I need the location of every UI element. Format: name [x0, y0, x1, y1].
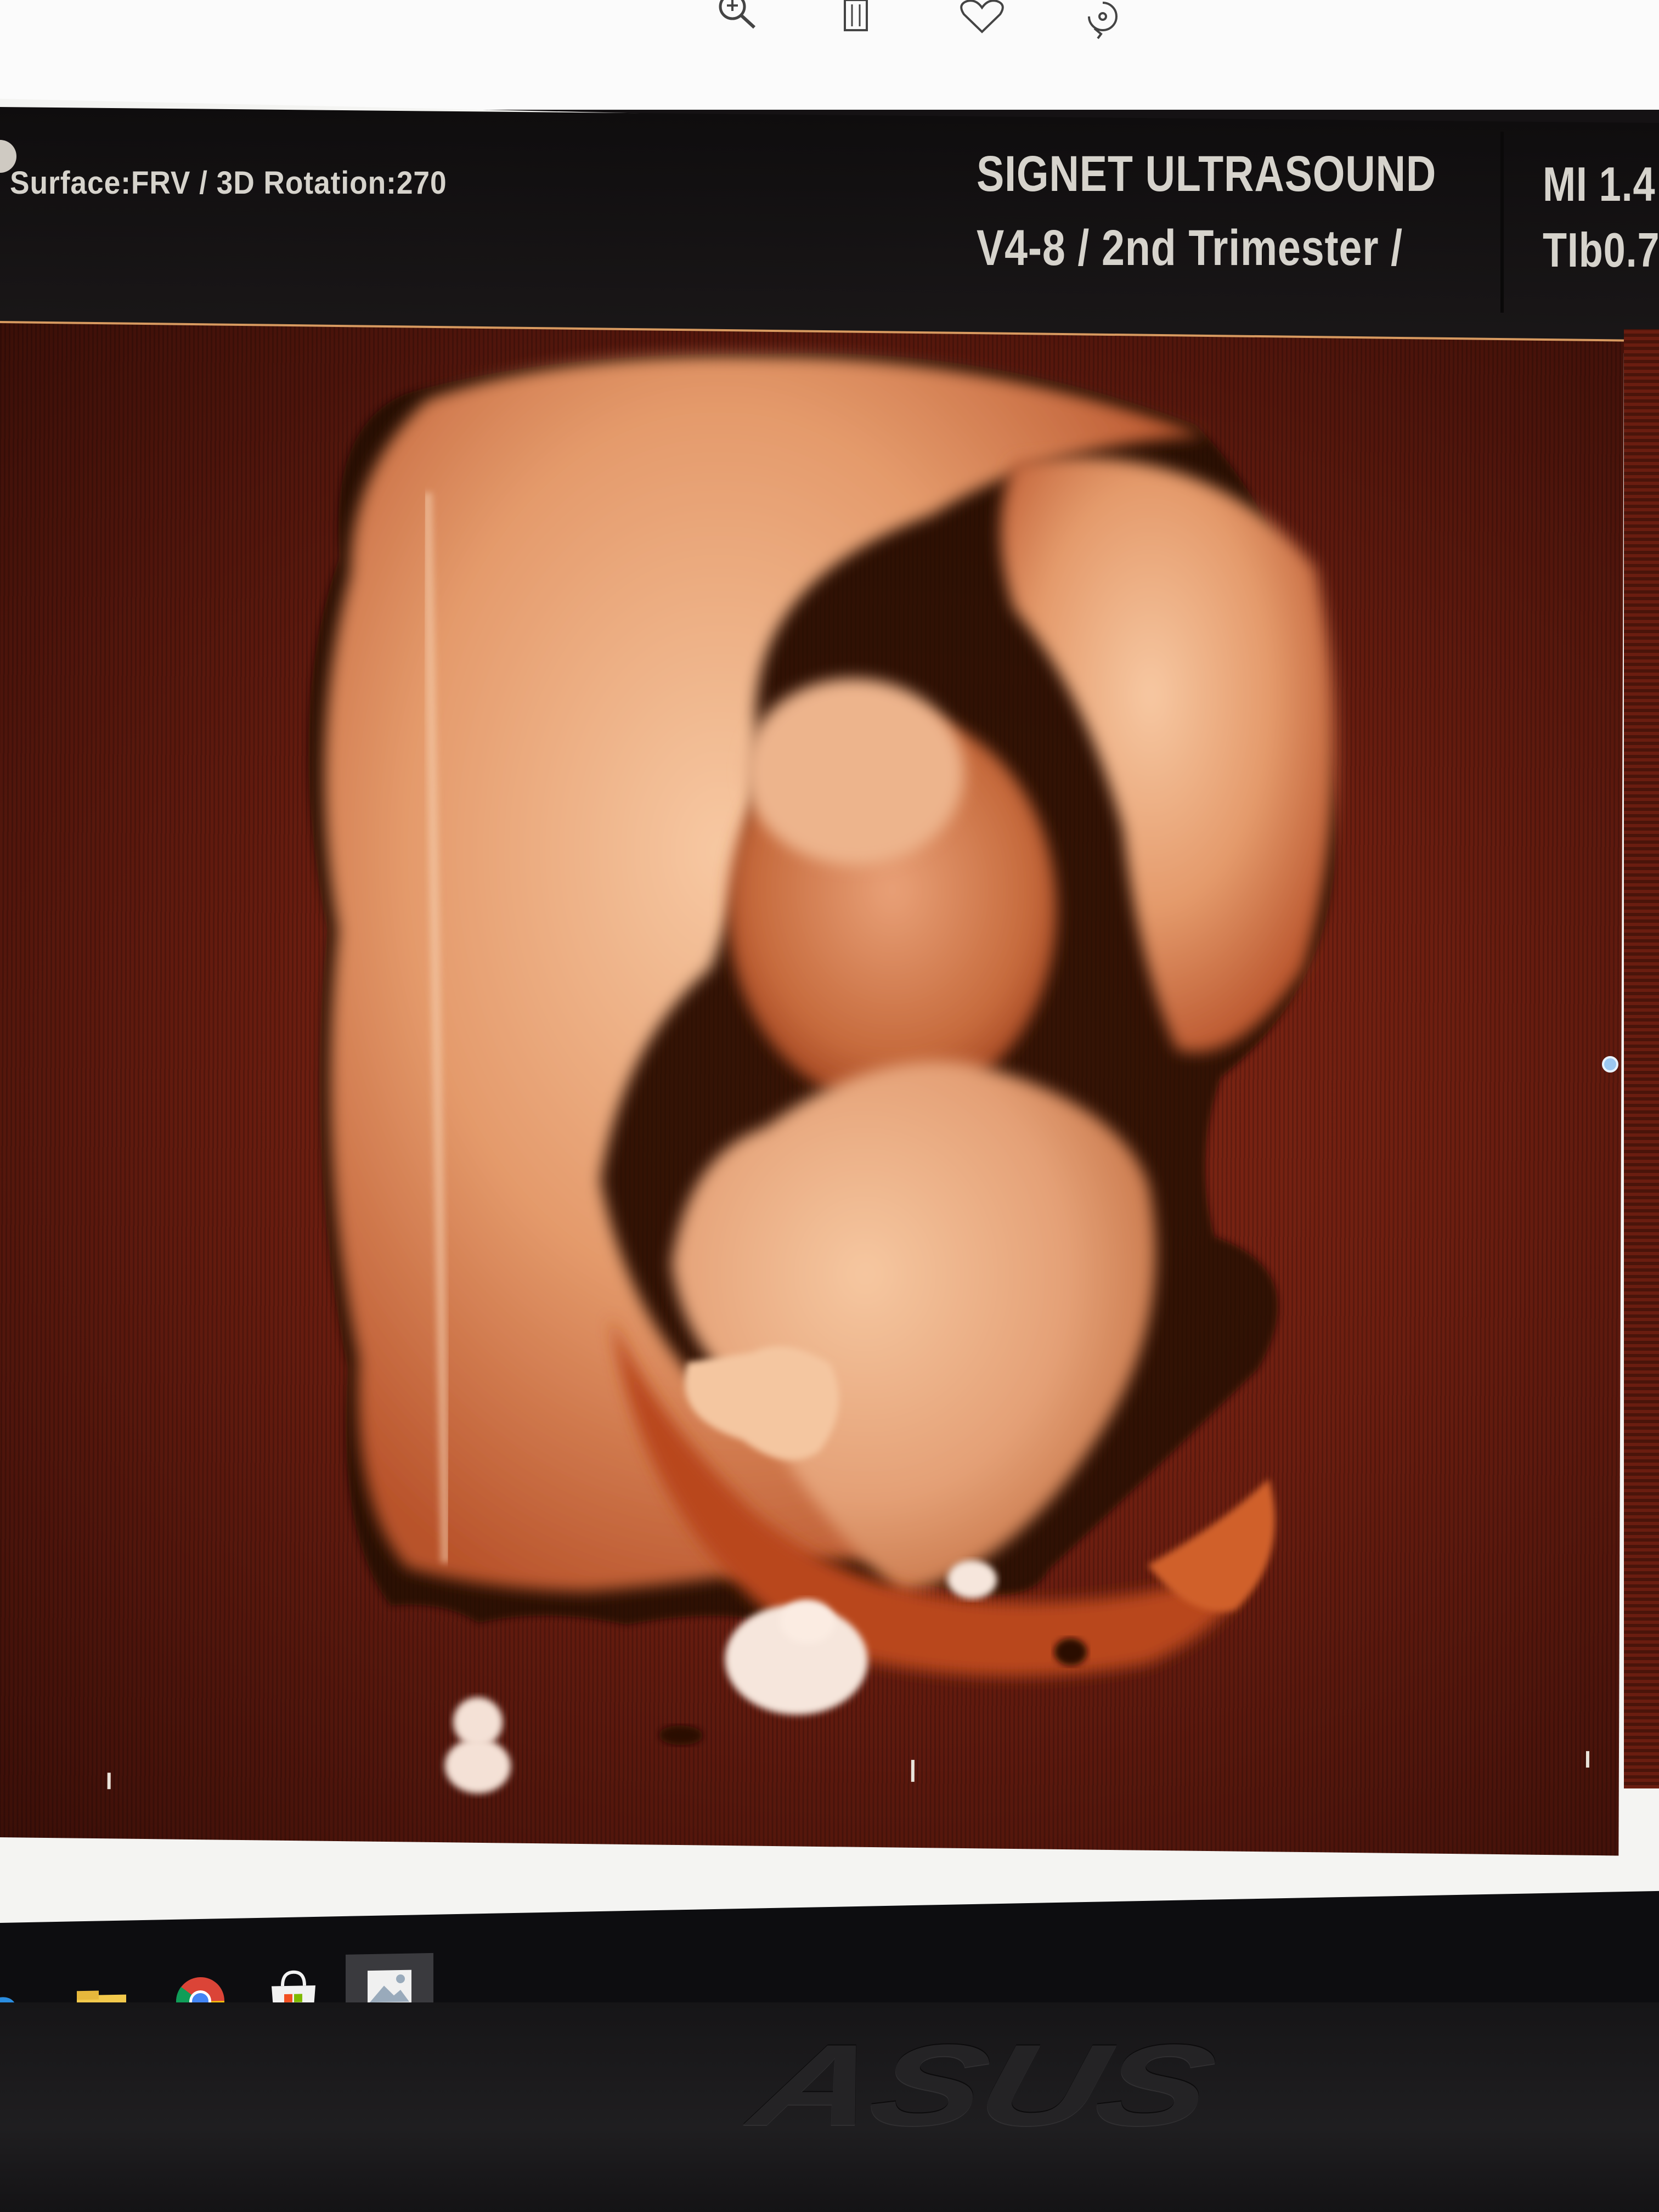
mechanical-index: MI 1.4	[1543, 157, 1656, 211]
scale-tick-right	[1585, 1751, 1589, 1768]
viewer-toolbar	[0, 0, 1659, 110]
header-divider	[1500, 132, 1504, 313]
zoom-in-icon[interactable]	[713, 0, 763, 49]
device-name: SIGNET ULTRASOUND	[977, 146, 1437, 202]
asus-logo: ASUS	[740, 2021, 1225, 2149]
thermal-index-bone: TIb0.7	[1543, 223, 1659, 277]
scale-tick-left	[107, 1773, 111, 1790]
scale-tick-bottom	[911, 1759, 915, 1782]
depth-marker-icon[interactable]	[1602, 1056, 1618, 1073]
delete-icon[interactable]	[834, 0, 883, 49]
fetus-render-image	[308, 353, 1336, 1793]
surface-rotation-info: Surface:FRV / 3D Rotation:270	[10, 165, 447, 201]
rotate-icon[interactable]	[1078, 0, 1127, 49]
ultrasound-header	[0, 107, 1659, 354]
volume-edge-strip	[1624, 329, 1659, 1788]
heart-icon[interactable]	[957, 0, 1007, 49]
3d-volume-render[interactable]	[0, 321, 1624, 1856]
exam-preset: V4-8 / 2nd Trimester /	[977, 220, 1403, 276]
